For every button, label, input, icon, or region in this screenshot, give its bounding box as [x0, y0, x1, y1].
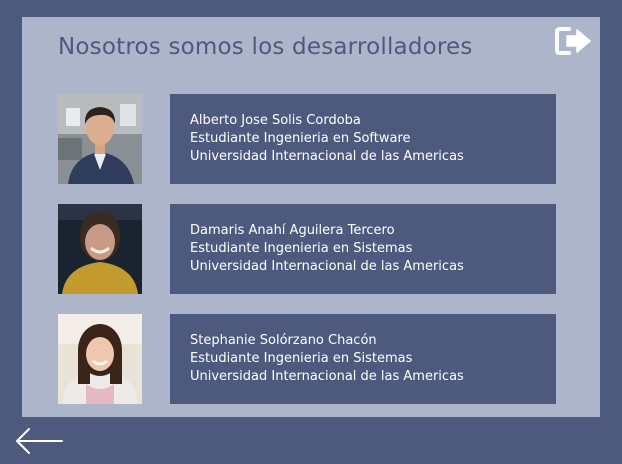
back-button[interactable]: [12, 426, 66, 456]
developer-card: Damaris Anahí Aguilera Tercero Estudiant…: [58, 204, 556, 294]
developer-role: Estudiante Ingenieria en Sistemas: [190, 241, 413, 256]
logout-button[interactable]: [555, 26, 593, 56]
developer-role: Estudiante Ingenieria en Software: [190, 131, 411, 146]
developers-panel: Nosotros somos los desarrolladores Alber…: [22, 17, 600, 417]
developer-card: Alberto Jose Solis Cordoba Estudiante In…: [58, 94, 556, 184]
developer-name: Stephanie Solórzano Chacón: [190, 333, 377, 348]
developer-info: Alberto Jose Solis Cordoba Estudiante In…: [170, 94, 556, 184]
page-title: Nosotros somos los desarrolladores: [58, 34, 473, 60]
developer-card: Stephanie Solórzano Chacón Estudiante In…: [58, 314, 556, 404]
logout-icon: [555, 26, 593, 56]
developer-photo: [58, 314, 142, 404]
developer-info: Damaris Anahí Aguilera Tercero Estudiant…: [170, 204, 556, 294]
developer-university: Universidad Internacional de las America…: [190, 369, 464, 384]
developer-university: Universidad Internacional de las America…: [190, 259, 464, 274]
developer-photo: [58, 94, 142, 184]
developer-info: Stephanie Solórzano Chacón Estudiante In…: [170, 314, 556, 404]
arrow-left-icon: [12, 426, 66, 456]
developer-role: Estudiante Ingenieria en Sistemas: [190, 351, 413, 366]
developer-name: Alberto Jose Solis Cordoba: [190, 113, 361, 128]
developer-university: Universidad Internacional de las America…: [190, 149, 464, 164]
developer-name: Damaris Anahí Aguilera Tercero: [190, 223, 395, 238]
developer-photo: [58, 204, 142, 294]
